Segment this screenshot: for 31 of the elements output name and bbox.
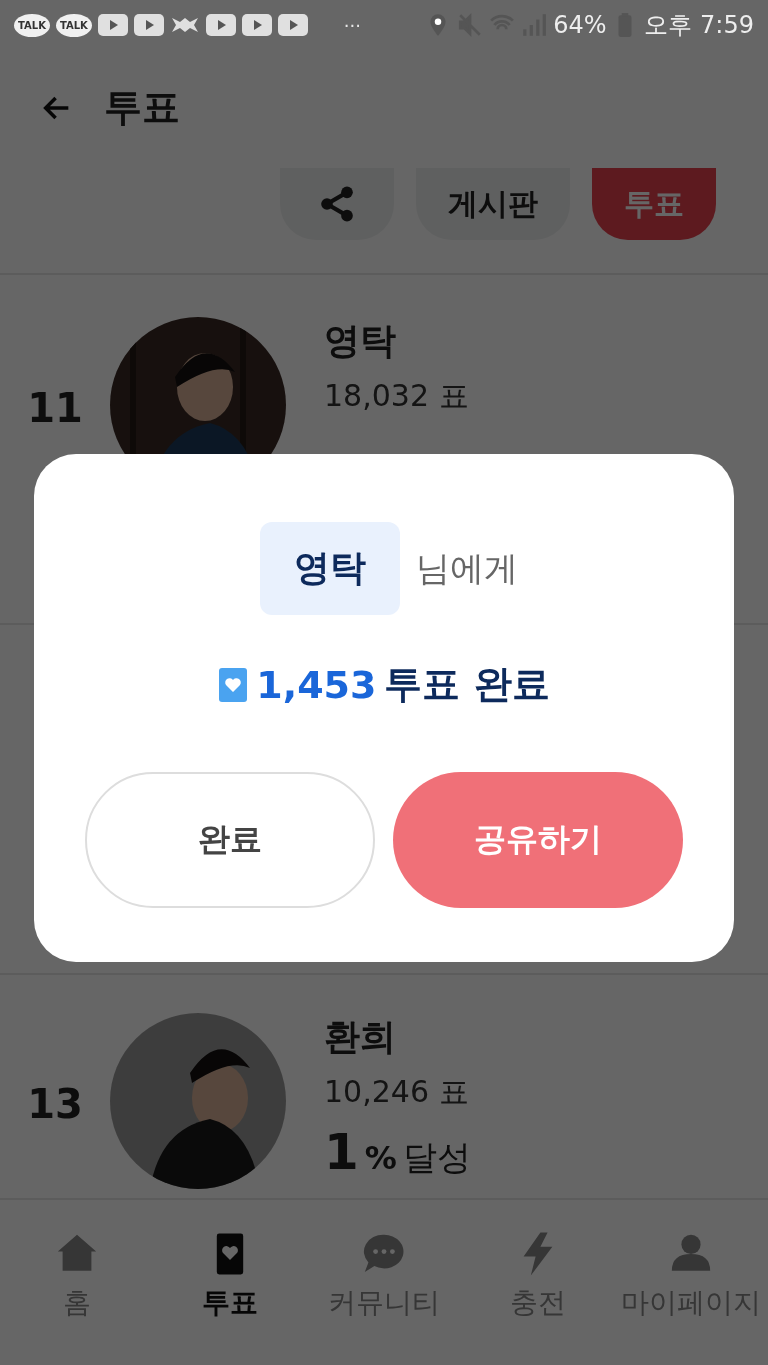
chat-bubble-icon: TALK [14, 13, 50, 37]
page-title: 투표 [104, 84, 180, 131]
clock: 오후 7:59 [644, 10, 754, 41]
vote-count: 18,032 표 [324, 377, 469, 415]
heart-card-icon [218, 665, 249, 704]
play-icon [205, 14, 236, 36]
vote-count: 10,246 표 [324, 1073, 470, 1111]
tab-button[interactable]: 게시판 [416, 168, 570, 240]
vote-amount: 1,453 [256, 662, 377, 707]
play-icon [241, 14, 272, 36]
nav-tab[interactable]: 투표 [153, 1200, 308, 1365]
achieved-label: 달성 [402, 1136, 471, 1179]
share-button[interactable]: 공유하기 [393, 772, 683, 908]
rank-number: 11 [26, 385, 84, 431]
share-button[interactable] [280, 168, 394, 240]
rank-number: 13 [26, 1081, 84, 1127]
artist-name: 환희 [324, 1015, 397, 1059]
percent-value: 1 [324, 1123, 359, 1181]
done-button[interactable]: 완료 [85, 772, 375, 908]
chat-bubble-icon: TALK [55, 13, 92, 37]
tab-button[interactable]: 투표 [592, 168, 716, 240]
battery-percent: 64% [553, 11, 607, 39]
play-icon [133, 14, 164, 36]
artist-name: 영탁 [324, 319, 397, 363]
play-icon [277, 14, 308, 36]
more-icon: ··· [343, 14, 361, 36]
vote-complete-text: 투표 완료 [384, 661, 550, 708]
play-icon [97, 14, 128, 36]
recipient-name: 영탁 [260, 522, 400, 615]
percent-sign: % [364, 1139, 397, 1177]
recipient-suffix: 님에게 [416, 546, 518, 590]
